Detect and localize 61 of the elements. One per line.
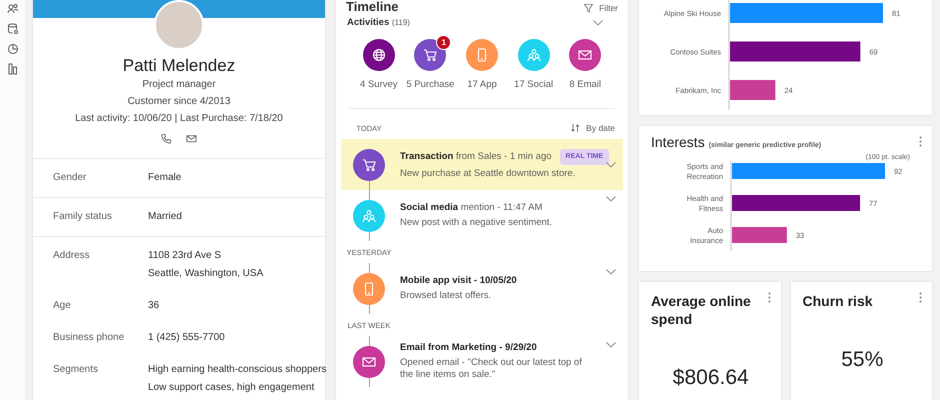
people-icon[interactable] [6, 3, 18, 15]
database-icon[interactable] [6, 23, 18, 35]
more-icon[interactable] [919, 292, 922, 303]
mail-icon[interactable] [186, 133, 197, 144]
field-label: Gender [53, 171, 88, 185]
field-value: 36 [148, 299, 160, 313]
activity-filter[interactable]: 8 Email [559, 39, 611, 90]
pie-chart-icon[interactable] [6, 43, 18, 55]
activity-row[interactable]: Email from Marketing - 9/29/20 Opened email - "Check out our latest top of the line items on sale." [341, 336, 623, 387]
kpi-value: $806.64 [672, 366, 750, 390]
filter-icon [584, 4, 594, 12]
activity-filter[interactable]: 17 App [456, 39, 508, 90]
activity-description: Browsed latest offers. [400, 290, 492, 302]
more-icon[interactable] [919, 136, 922, 147]
activity-title: Transaction from Sales - 1 min ago [400, 151, 552, 163]
field-label: Address [53, 249, 91, 263]
filter-button[interactable]: Filter [584, 3, 618, 13]
kpi-title: Average online spend [651, 292, 751, 328]
field-label: Family status [53, 210, 113, 224]
field-value: High earning health-conscious shoppers [148, 363, 326, 377]
count-badge: 1 [436, 35, 452, 50]
timeline-title: Timeline [346, 0, 399, 13]
last-activity: Last activity: 10/06/20 | Last Purchase: 7/18/20 [75, 112, 283, 126]
activities-heading: Activities (119) [347, 17, 410, 28]
bar [730, 80, 776, 100]
activity-title: Email from Marketing - 9/29/20 [400, 342, 537, 354]
activity-description: New purchase at Seattle downtown store. [400, 168, 576, 180]
more-icon[interactable] [768, 292, 770, 303]
field-value: Seattle, Washington, USA [148, 267, 264, 281]
field-label: Business phone [53, 331, 126, 345]
activity-row[interactable]: Social media mention - 11:47 AM New post with a negative sentiment. [341, 190, 623, 241]
card-title: Interests [651, 134, 705, 150]
field-value: Married [148, 210, 183, 224]
field-label: Age [53, 299, 72, 313]
kpi-title: Churn risk [802, 292, 873, 310]
phone-icon[interactable] [161, 133, 172, 144]
job-title: Project manager [142, 78, 216, 92]
activity-row[interactable]: Mobile app visit - 10/05/20 Browsed latest offers. [341, 263, 623, 314]
activity-filter[interactable]: 4 Survey [353, 39, 405, 90]
field-value: 1108 23rd Ave S [148, 249, 222, 263]
chevron-down-icon[interactable] [606, 342, 616, 348]
customer-name: Patti Melendez [122, 56, 236, 76]
field-value: Low support cases, high engagement [148, 381, 316, 395]
field-value: 1 (425) 555-7700 [148, 331, 226, 345]
columns-icon[interactable] [6, 63, 18, 75]
activity-description: Opened email - "Check out our latest top of the line items on sale." [400, 357, 583, 381]
field-label: Segments [53, 363, 100, 377]
sort-icon [571, 124, 580, 132]
activity-title: Mobile app visit - 10/05/20 [400, 275, 517, 287]
chevron-down-icon[interactable] [593, 20, 603, 26]
chevron-down-icon[interactable] [606, 196, 616, 202]
customer-since: Customer since 4/2013 [128, 95, 230, 109]
sort-button[interactable]: By date [571, 123, 615, 133]
activity-title: Social media mention - 11:47 AM [400, 202, 542, 214]
chevron-down-icon[interactable] [606, 162, 616, 168]
activity-description: New post with a negative sentiment. [400, 217, 554, 229]
kpi-value: 55% [840, 348, 884, 372]
field-value: Female [148, 171, 182, 185]
activity-filter[interactable]: 17 Social [508, 39, 560, 90]
chevron-down-icon[interactable] [606, 269, 616, 275]
bar [732, 227, 787, 243]
